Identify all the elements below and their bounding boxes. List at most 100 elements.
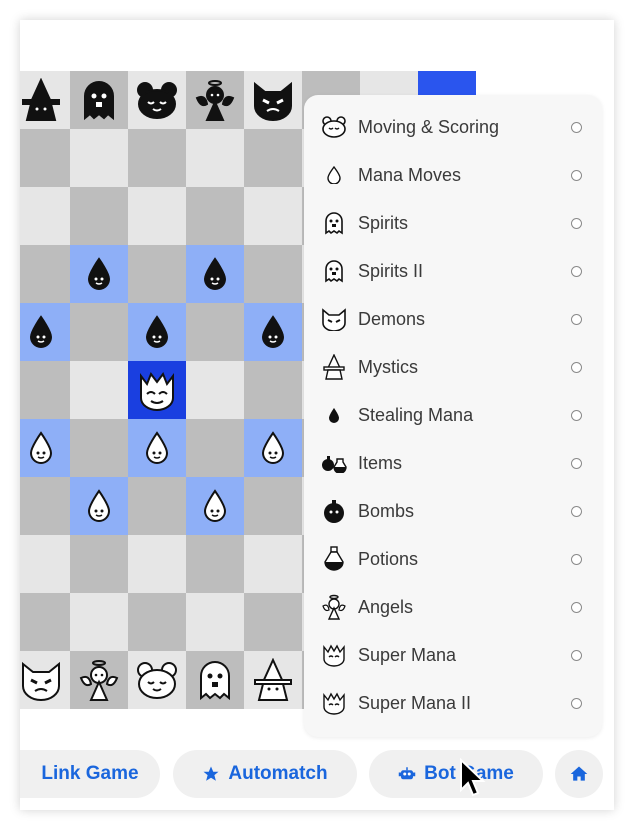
menu-item[interactable]: Bombs [304,487,602,535]
board-square[interactable] [128,593,186,651]
menu-item[interactable]: Super Mana II [304,679,602,727]
board-piece[interactable] [20,303,70,361]
board-piece[interactable] [20,651,70,709]
menu-item[interactable]: Angels [304,583,602,631]
board-square[interactable] [70,477,128,535]
menu-item[interactable]: Potions [304,535,602,583]
board-piece[interactable] [128,361,186,419]
board-square[interactable] [244,187,302,245]
board-square[interactable] [128,245,186,303]
board-square[interactable] [186,419,244,477]
board-square[interactable] [20,477,70,535]
board-square[interactable] [128,651,186,709]
board-square[interactable] [244,593,302,651]
board-square[interactable] [20,593,70,651]
board-square[interactable] [186,361,244,419]
board-piece[interactable] [186,71,244,129]
menu-item[interactable]: Stealing Mana [304,391,602,439]
board-square[interactable] [128,303,186,361]
board-square[interactable] [244,245,302,303]
board-square[interactable] [244,361,302,419]
board-square[interactable] [20,535,70,593]
board-square[interactable] [244,303,302,361]
board-square[interactable] [128,129,186,187]
board-square[interactable] [244,129,302,187]
board-square[interactable] [186,593,244,651]
board-square[interactable] [186,187,244,245]
menu-item[interactable]: Mystics [304,343,602,391]
board-square[interactable] [186,71,244,129]
board-piece[interactable] [244,419,302,477]
board-piece[interactable] [244,651,302,709]
radio-indicator[interactable] [571,505,582,517]
board-square[interactable] [244,651,302,709]
automatch-button[interactable]: Automatch [173,750,357,798]
board-square[interactable] [128,535,186,593]
board-square[interactable] [70,361,128,419]
board-square[interactable] [70,593,128,651]
board-square[interactable] [20,651,70,709]
menu-item[interactable]: Super Mana [304,631,602,679]
board-square[interactable] [186,535,244,593]
radio-indicator[interactable] [571,169,582,181]
board-piece[interactable] [244,303,302,361]
board-piece[interactable] [70,651,128,709]
board-square[interactable] [244,535,302,593]
menu-item[interactable]: Items [304,439,602,487]
board-square[interactable] [70,71,128,129]
board-piece[interactable] [128,419,186,477]
board-square[interactable] [20,245,70,303]
board-square[interactable] [186,245,244,303]
board-square[interactable] [20,71,70,129]
menu-item[interactable]: Mana Moves [304,151,602,199]
board-square[interactable] [20,187,70,245]
board-square[interactable] [20,303,70,361]
radio-indicator[interactable] [571,409,582,421]
board-square[interactable] [70,129,128,187]
board-square[interactable] [244,71,302,129]
board-square[interactable] [244,477,302,535]
radio-indicator[interactable] [571,457,582,469]
radio-indicator[interactable] [571,553,582,565]
radio-indicator[interactable] [571,313,582,325]
board-square[interactable] [186,129,244,187]
board-piece[interactable] [186,245,244,303]
board-piece[interactable] [70,477,128,535]
board-piece[interactable] [128,651,186,709]
board-square[interactable] [70,535,128,593]
board-square[interactable] [70,419,128,477]
board-piece[interactable] [20,71,70,129]
board-square[interactable] [70,303,128,361]
board-piece[interactable] [186,477,244,535]
board-square[interactable] [128,361,186,419]
menu-item[interactable]: Moving & Scoring [304,103,602,151]
radio-indicator[interactable] [571,217,582,229]
board-square[interactable] [128,187,186,245]
board-piece[interactable] [128,303,186,361]
menu-item[interactable]: Spirits [304,199,602,247]
bot-game-button[interactable]: Bot Game [369,750,543,798]
board-square[interactable] [20,129,70,187]
board-square[interactable] [20,419,70,477]
board-piece[interactable] [244,71,302,129]
board-piece[interactable] [20,419,70,477]
board-piece[interactable] [186,651,244,709]
board-square[interactable] [128,419,186,477]
board-square[interactable] [70,651,128,709]
menu-item[interactable]: Spirits II [304,247,602,295]
board-piece[interactable] [128,71,186,129]
board-square[interactable] [70,187,128,245]
board-square[interactable] [244,419,302,477]
radio-indicator[interactable] [571,361,582,373]
radio-indicator[interactable] [571,121,582,133]
board-square[interactable] [20,361,70,419]
board-square[interactable] [128,477,186,535]
board-piece[interactable] [70,71,128,129]
radio-indicator[interactable] [571,649,582,661]
radio-indicator[interactable] [571,601,582,613]
board-square[interactable] [186,477,244,535]
radio-indicator[interactable] [571,265,582,277]
board-square[interactable] [70,245,128,303]
menu-item[interactable]: Demons [304,295,602,343]
board-square[interactable] [186,303,244,361]
